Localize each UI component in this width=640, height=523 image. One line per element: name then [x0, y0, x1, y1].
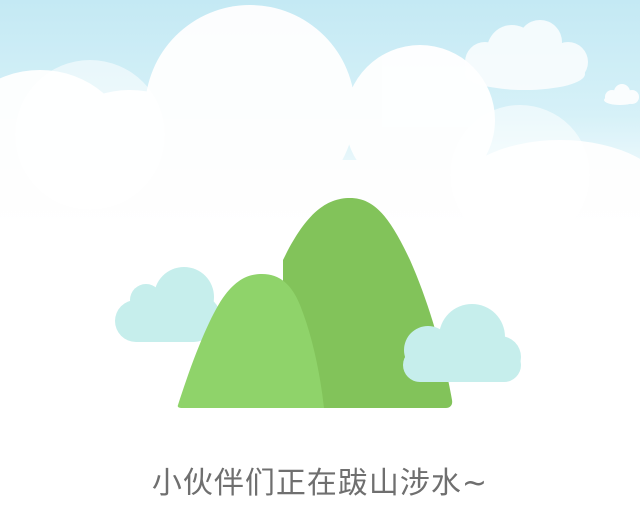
empty-state: 小伙伴们正在跋山涉水~ — [0, 0, 640, 523]
loading-message: 小伙伴们正在跋山涉水~ — [151, 466, 489, 501]
empty-state-illustration — [0, 0, 640, 523]
